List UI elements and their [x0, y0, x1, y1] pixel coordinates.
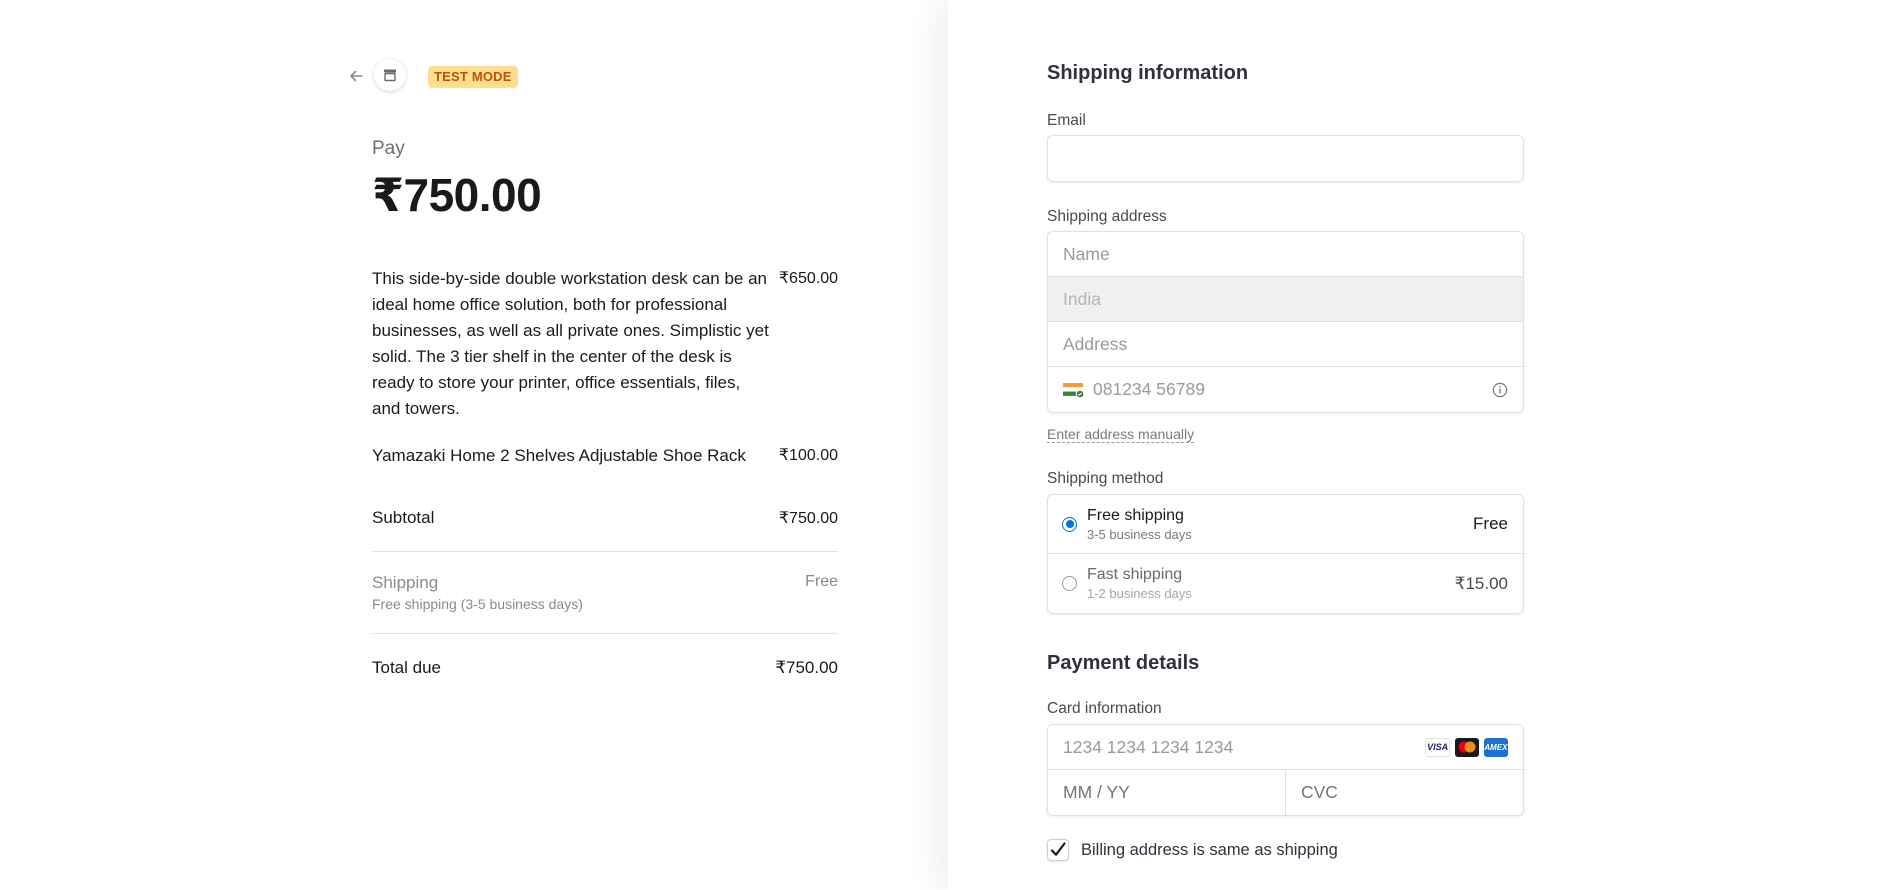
shipping-information-title: Shipping information	[1047, 62, 1249, 84]
line-item: Yamazaki Home 2 Shelves Adjustable Shoe …	[372, 443, 838, 469]
amex-label: AMEX	[1484, 742, 1508, 752]
shipping-method-label: Shipping method	[1047, 470, 1164, 487]
shipping-option-free[interactable]: Free shipping 3-5 business days Free	[1048, 495, 1523, 554]
country-select[interactable]: India	[1048, 277, 1523, 322]
email-field[interactable]	[1063, 148, 1508, 169]
radio-button-checked[interactable]	[1062, 516, 1077, 532]
enter-address-manually-link[interactable]: Enter address manually	[1047, 426, 1195, 443]
shipping-option-price: ₹15.00	[1454, 573, 1508, 593]
billing-same-label: Billing address is same as shipping	[1081, 840, 1338, 859]
email-field-box	[1047, 135, 1524, 182]
checkmark-icon	[1050, 842, 1066, 856]
line-item-description: Yamazaki Home 2 Shelves Adjustable Shoe …	[372, 446, 746, 465]
pay-label: Pay	[372, 138, 405, 159]
expiry-input[interactable]	[1063, 782, 1270, 803]
cvc-field	[1285, 770, 1523, 815]
billing-same-checkbox[interactable]	[1047, 839, 1069, 861]
test-mode-badge: TEST MODE	[428, 66, 518, 88]
phone-row	[1048, 367, 1523, 412]
line-item-price: ₹100.00	[778, 447, 838, 464]
subtotal-row: Subtotal ₹750.00	[372, 508, 838, 528]
shipping-option-detail: 1-2 business days	[1087, 586, 1192, 601]
mastercard-icon	[1454, 737, 1479, 757]
shipping-option-price: Free	[1473, 514, 1508, 533]
divider	[372, 633, 838, 634]
total-row: Total due ₹750.00	[372, 658, 838, 678]
visa-label: VISA	[1427, 742, 1449, 752]
shipping-option-name: Free shipping	[1087, 506, 1184, 524]
address-input[interactable]	[1063, 333, 1508, 355]
radio-button[interactable]	[1062, 576, 1077, 591]
visa-icon: VISA	[1425, 737, 1450, 757]
pay-amount: ₹750.00	[372, 169, 542, 221]
store-icon[interactable]	[374, 59, 406, 91]
card-number-input[interactable]	[1063, 736, 1421, 758]
back-arrow-icon[interactable]	[344, 64, 368, 88]
phone-input[interactable]	[1093, 379, 1484, 400]
billing-same-checkbox-row[interactable]: Billing address is same as shipping	[1047, 839, 1338, 861]
card-number-row: VISA AMEX	[1048, 725, 1523, 770]
shipping-method-group: Free shipping 3-5 business days Free Fas…	[1047, 494, 1524, 614]
line-item-price: ₹650.00	[778, 270, 838, 287]
subtotal-value: ₹750.00	[778, 510, 838, 527]
country-value: India	[1063, 288, 1101, 309]
card-information-label: Card information	[1047, 700, 1162, 717]
shipping-address-label: Shipping address	[1047, 208, 1167, 225]
line-item-description: This side-by-side double workstation des…	[372, 269, 769, 418]
shipping-detail: Free shipping (3-5 business days)	[372, 596, 583, 612]
order-summary-pane: TEST MODE Pay ₹750.00 This side-by-side …	[0, 0, 948, 890]
line-item: This side-by-side double workstation des…	[372, 266, 838, 422]
info-icon[interactable]	[1492, 382, 1508, 398]
expiry-field	[1048, 770, 1285, 815]
subtotal-label: Subtotal	[372, 508, 435, 527]
name-row	[1048, 232, 1523, 277]
address-row	[1048, 322, 1523, 367]
cvc-input[interactable]	[1301, 782, 1508, 803]
card-expiry-cvc-row	[1048, 770, 1523, 815]
shipping-address-group: India	[1047, 231, 1524, 413]
name-input[interactable]	[1063, 243, 1508, 265]
total-value: ₹750.00	[775, 658, 838, 677]
divider	[372, 551, 838, 552]
shipping-label: Shipping	[372, 573, 439, 592]
payment-details-title: Payment details	[1047, 652, 1200, 674]
shipping-row: Shipping Free shipping (3-5 business day…	[372, 573, 838, 612]
amex-icon: AMEX	[1483, 737, 1508, 757]
shipping-option-fast[interactable]: Fast shipping 1-2 business days ₹15.00	[1048, 554, 1523, 613]
email-label: Email	[1047, 112, 1086, 129]
email-field-row	[1048, 136, 1523, 181]
shipping-option-name: Fast shipping	[1087, 566, 1183, 583]
india-flag-icon	[1063, 382, 1085, 399]
card-information-group: VISA AMEX	[1047, 724, 1524, 816]
shipping-value: Free	[805, 573, 838, 590]
shipping-option-detail: 3-5 business days	[1087, 526, 1192, 542]
total-label: Total due	[372, 658, 441, 677]
